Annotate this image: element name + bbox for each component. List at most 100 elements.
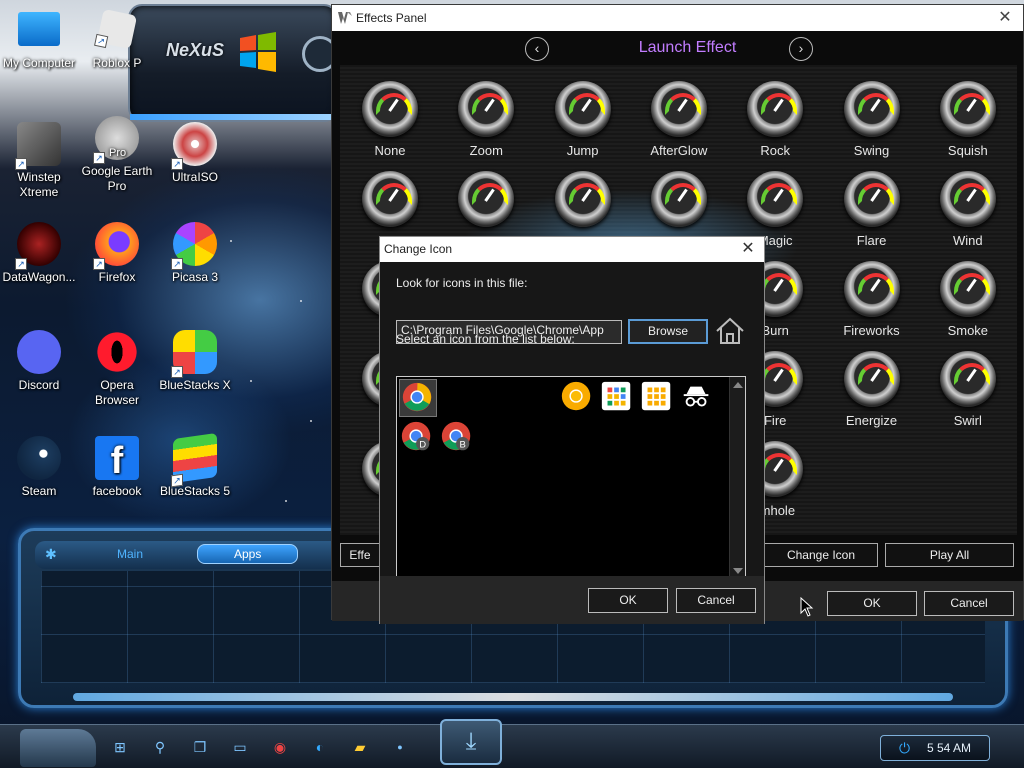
nexus-logo: NeXuS (166, 40, 225, 60)
icon-list-scrollbar[interactable] (729, 377, 745, 579)
facebook-icon: f (95, 436, 139, 482)
effect-item[interactable]: Swing (824, 81, 920, 171)
chat-icon[interactable]: ▭ (232, 739, 248, 755)
start-orb[interactable] (20, 729, 96, 767)
icon-list[interactable]: D B (396, 376, 746, 580)
change-icon-body: Look for icons in this file: C:\Program … (380, 262, 764, 580)
bluestacks-x-icon: ↗ (171, 330, 217, 378)
play-all-button[interactable]: Play All (885, 543, 1014, 567)
dock-tab-apps[interactable]: Apps (197, 544, 299, 564)
change-icon-footer: OK Cancel (380, 576, 764, 624)
chrome-taskbar-icon[interactable]: ◉ (272, 739, 288, 755)
dock-tab-main[interactable]: Main (117, 547, 143, 561)
effect-item[interactable]: Smoke (920, 261, 1016, 351)
next-arrow-icon[interactable]: › (789, 37, 813, 61)
ok-button[interactable]: OK (588, 588, 668, 613)
browse-button[interactable]: Browse (628, 319, 708, 344)
desktop-icon-roblox[interactable]: ↗ Roblox P (78, 8, 156, 71)
cancel-button[interactable]: Cancel (924, 591, 1014, 616)
effect-label: Swing (853, 143, 890, 158)
task-view-icon[interactable]: ❐ (192, 739, 208, 755)
picasa-icon: ↗ (171, 222, 217, 270)
effects-panel-title: Effects Panel (356, 11, 427, 25)
opera-icon (95, 330, 139, 374)
desktop-icon-discord[interactable]: Discord (0, 330, 78, 393)
taskbar-clock[interactable]: ⏻ 5 54 AM (880, 735, 990, 761)
desktop-icon-bluestacks-x[interactable]: ↗ BlueStacks X (156, 330, 234, 393)
effect-item[interactable]: Energize (824, 351, 920, 441)
effect-item[interactable]: Fireworks (824, 261, 920, 351)
edge-icon[interactable]: ◐ (312, 739, 328, 755)
desktop-icon-label: Steam (21, 484, 57, 498)
effects-button[interactable]: Effe (340, 543, 380, 567)
desktop-icon-label: facebook (92, 484, 142, 498)
desktop-icon-bluestacks-5[interactable]: ↗ BlueStacks 5 (156, 432, 234, 499)
desktop-icon-label: BlueStacks X (159, 378, 231, 392)
desktop-icon-label: Firefox (98, 270, 136, 284)
desktop-icon-firefox[interactable]: ↗ Firefox (78, 222, 156, 285)
effect-item[interactable]: Swirl (920, 351, 1016, 441)
desktop-icon-picasa[interactable]: ↗ Picasa 3 (156, 222, 234, 285)
steam-icon (17, 436, 61, 480)
effect-item[interactable]: None (342, 81, 438, 171)
close-icon[interactable]: ✕ (995, 8, 1015, 28)
dev-badge: D (419, 439, 426, 450)
apps-grid-orange-icon[interactable] (639, 379, 677, 417)
scroll-up-arrow-icon[interactable] (733, 382, 743, 388)
effect-item[interactable]: AfterGlow (631, 81, 727, 171)
chrome-beta-icon[interactable]: B (439, 419, 477, 457)
mouse-cursor-icon (800, 597, 814, 617)
home-icon[interactable] (714, 316, 746, 346)
pro-badge: Pro (109, 147, 127, 159)
shortcut-arrow-icon: ↗ (171, 366, 183, 378)
shortcut-arrow-icon: ↗ (171, 473, 183, 488)
effect-item[interactable]: Rock (727, 81, 823, 171)
download-icon[interactable]: ⤓ (440, 719, 502, 765)
scroll-down-arrow-icon[interactable] (733, 568, 743, 574)
desktop-icon-label: DataWagon... (2, 270, 76, 284)
star (300, 300, 302, 302)
pinned-app-icon[interactable]: ● (392, 739, 408, 755)
effect-item[interactable]: Wind (920, 171, 1016, 261)
desktop-icon-google-earth[interactable]: ↗ Pro Google Earth Pro (78, 116, 156, 194)
apps-grid-icon[interactable] (599, 379, 637, 417)
monitor-icon (18, 12, 60, 46)
incognito-icon[interactable] (679, 379, 717, 417)
change-icon-button[interactable]: Change Icon (764, 543, 878, 567)
effect-item[interactable]: Jump (535, 81, 631, 171)
look-for-icons-label: Look for icons in this file: (396, 276, 528, 290)
chrome-icon[interactable] (399, 379, 437, 417)
windows-logo-icon[interactable] (236, 30, 280, 74)
winstep-icon: ↗ (15, 122, 61, 170)
chrome-canary-icon[interactable] (559, 379, 597, 417)
desktop-icon-steam[interactable]: Steam (0, 436, 78, 499)
power-icon[interactable]: ⏻ (899, 736, 910, 760)
effect-item[interactable]: Zoom (438, 81, 534, 171)
effect-item[interactable]: Flare (824, 171, 920, 261)
close-icon[interactable]: ✕ (738, 239, 758, 259)
datawagon-icon: ↗ (15, 222, 61, 270)
chrome-dev-icon[interactable]: D (399, 419, 437, 457)
desktop-icon-my-computer[interactable]: My Computer (0, 8, 78, 71)
gauge-icon (747, 81, 804, 137)
desktop-icon-label: UltraISO (171, 170, 218, 184)
gauge-icon (554, 81, 611, 137)
desktop-icon-opera[interactable]: Opera Browser (78, 330, 156, 408)
effect-label: AfterGlow (650, 143, 708, 158)
windows-start-icon[interactable]: ⊞ (112, 739, 128, 755)
gauge-icon (362, 81, 418, 137)
effect-label: Rock (760, 143, 790, 158)
cancel-button[interactable]: Cancel (676, 588, 756, 613)
file-explorer-icon[interactable]: ▰ (352, 739, 368, 755)
desktop-icon-facebook[interactable]: f facebook (78, 436, 156, 499)
google-earth-icon: ↗ Pro (93, 116, 139, 164)
effect-item[interactable]: Squish (920, 81, 1016, 171)
gear-icon[interactable]: ✱ (45, 546, 57, 563)
dock-accent-bar (130, 114, 336, 120)
gauge-icon (939, 171, 996, 227)
desktop-icon-winstep[interactable]: ↗ Winstep Xtreme (0, 122, 78, 200)
desktop-icon-ultraiso[interactable]: ↗ UltraISO (156, 122, 234, 185)
desktop-icon-datawagon[interactable]: ↗ DataWagon... (0, 222, 78, 285)
ok-button[interactable]: OK (827, 591, 917, 616)
search-icon[interactable]: ⚲ (152, 739, 168, 755)
